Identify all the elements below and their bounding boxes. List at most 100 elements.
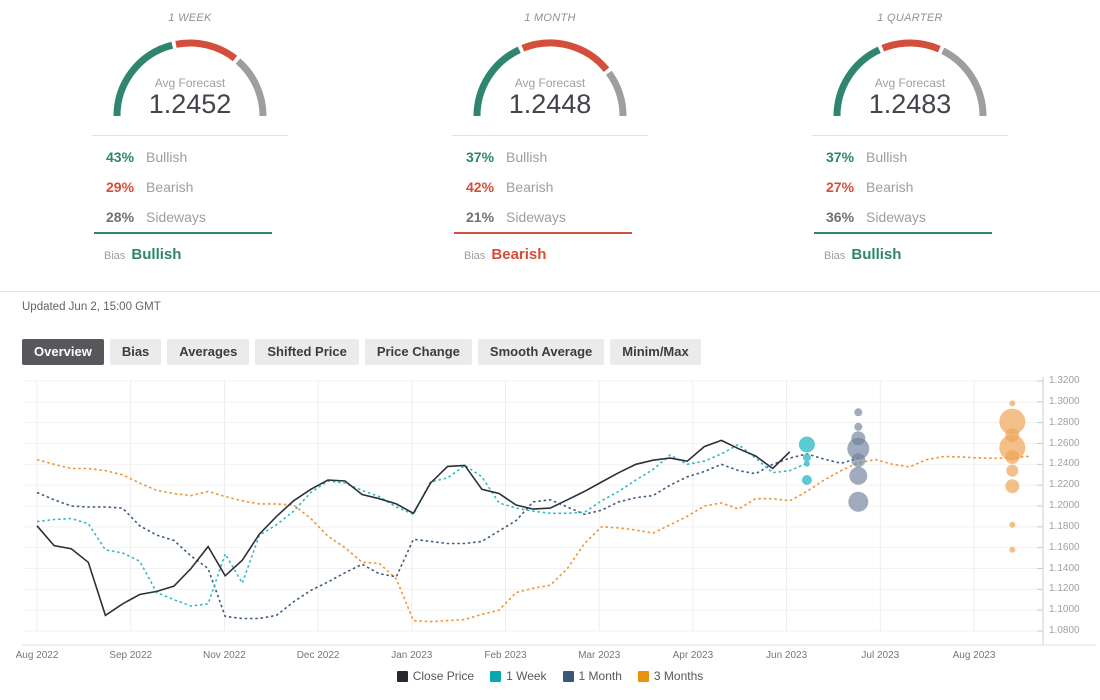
gauge-wrap: Avg Forecast 1.2483 [825, 36, 995, 136]
legend-item-1-month[interactable]: 1 Month [563, 669, 622, 683]
bullish-label: Bullish [866, 149, 907, 165]
bias-label: Bias [464, 250, 485, 262]
bias-divider [454, 232, 632, 234]
bearish-row: 42%Bearish [466, 179, 648, 195]
legend-swatch [397, 671, 408, 682]
legend-swatch [490, 671, 501, 682]
bearish-label: Bearish [506, 179, 553, 195]
panel-divider [92, 135, 288, 136]
forecast-bubble [799, 437, 815, 453]
bias-value: Bearish [491, 246, 546, 263]
tab-bias[interactable]: Bias [110, 339, 161, 365]
bias-divider [94, 232, 272, 234]
legend-label: Close Price [413, 669, 474, 683]
avg-forecast-label: Avg Forecast [825, 76, 995, 90]
sideways-label: Sideways [146, 209, 206, 225]
forecast-bubble [848, 492, 868, 512]
x-axis-label: Nov 2022 [203, 650, 246, 661]
forecast-bubble [804, 461, 810, 467]
section-divider [0, 291, 1100, 292]
forecast-bubble [802, 475, 812, 485]
legend-item-3-months[interactable]: 3 Months [638, 669, 703, 683]
x-axis-label: Jul 2023 [861, 650, 899, 661]
bias-divider [814, 232, 992, 234]
x-axis-label: Mar 2023 [578, 650, 620, 661]
bullish-percent: 37% [826, 149, 866, 165]
y-axis-label: 1.2800 [1049, 417, 1080, 428]
x-axis-label: Jan 2023 [391, 650, 432, 661]
x-axis-label: Aug 2022 [16, 650, 59, 661]
avg-forecast-label: Avg Forecast [105, 76, 275, 90]
bearish-label: Bearish [866, 179, 913, 195]
sideways-percent: 36% [826, 209, 866, 225]
tab-minim-max[interactable]: Minim/Max [610, 339, 700, 365]
bullish-row: 37%Bullish [466, 149, 648, 165]
y-axis-label: 1.2200 [1049, 479, 1080, 490]
y-axis-label: 1.3000 [1049, 396, 1080, 407]
tab-price-change[interactable]: Price Change [365, 339, 472, 365]
gauge-wrap: Avg Forecast 1.2448 [465, 36, 635, 136]
panel-period-title: 1 MONTH [452, 12, 648, 24]
tab-shifted-price[interactable]: Shifted Price [255, 339, 358, 365]
y-axis-label: 1.1600 [1049, 542, 1080, 553]
forecast-bubble [1009, 400, 1015, 406]
bullish-label: Bullish [146, 149, 187, 165]
legend-item-1-week[interactable]: 1 Week [490, 669, 546, 683]
y-axis-label: 1.2000 [1049, 500, 1080, 511]
bullish-percent: 37% [466, 149, 506, 165]
sideways-percent: 21% [466, 209, 506, 225]
sideways-row: 21%Sideways [466, 209, 648, 225]
forecast-chart [0, 374, 1100, 650]
gauge-wrap: Avg Forecast 1.2452 [105, 36, 275, 136]
bias-row: Bias Bullish [104, 246, 181, 263]
y-axis-label: 1.1000 [1049, 604, 1080, 615]
bias-label: Bias [104, 250, 125, 262]
bias-row: Bias Bearish [464, 246, 546, 263]
y-axis-label: 1.2600 [1049, 438, 1080, 449]
chart-legend: Close Price 1 Week 1 Month 3 Months [0, 669, 1100, 683]
bearish-percent: 42% [466, 179, 506, 195]
tab-overview[interactable]: Overview [22, 339, 104, 365]
gauge-arc-bearish [883, 43, 940, 49]
tab-smooth-average[interactable]: Smooth Average [478, 339, 604, 365]
y-axis-label: 1.1200 [1049, 583, 1080, 594]
bias-row: Bias Bullish [824, 246, 901, 263]
x-axis-label: Apr 2023 [673, 650, 714, 661]
y-axis-label: 1.1800 [1049, 521, 1080, 532]
bias-label: Bias [824, 250, 845, 262]
y-axis-label: 1.1400 [1049, 563, 1080, 574]
legend-swatch [563, 671, 574, 682]
bearish-row: 27%Bearish [826, 179, 1008, 195]
tab-averages[interactable]: Averages [167, 339, 249, 365]
legend-label: 1 Month [579, 669, 622, 683]
legend-swatch [638, 671, 649, 682]
panel-divider [452, 135, 648, 136]
y-axis-label: 1.3200 [1049, 375, 1080, 386]
forecast-bubble [854, 408, 862, 416]
bias-value: Bullish [131, 246, 181, 263]
chart-tabs: Overview Bias Averages Shifted Price Pri… [22, 339, 701, 365]
bearish-percent: 27% [826, 179, 866, 195]
bias-value: Bullish [851, 246, 901, 263]
legend-item-close-price[interactable]: Close Price [397, 669, 474, 683]
avg-forecast-value: 1.2452 [105, 89, 275, 120]
forecast-bubble [1009, 547, 1015, 553]
bullish-percent: 43% [106, 149, 146, 165]
avg-forecast-value: 1.2483 [825, 89, 995, 120]
bullish-row: 37%Bullish [826, 149, 1008, 165]
sideways-row: 36%Sideways [826, 209, 1008, 225]
forecast-bubble [849, 467, 867, 485]
legend-label: 3 Months [654, 669, 703, 683]
forecast-bubble [803, 454, 811, 462]
sideways-percent: 28% [106, 209, 146, 225]
y-axis-label: 1.0800 [1049, 625, 1080, 636]
forecast-bubble [1005, 450, 1019, 464]
bullish-label: Bullish [506, 149, 547, 165]
updated-timestamp: Updated Jun 2, 15:00 GMT [22, 301, 161, 313]
bearish-percent: 29% [106, 179, 146, 195]
legend-label: 1 Week [506, 669, 546, 683]
forecast-bubble [1009, 522, 1015, 528]
x-axis-label: Aug 2023 [953, 650, 996, 661]
panel-period-title: 1 WEEK [92, 12, 288, 24]
panel-period-title: 1 QUARTER [812, 12, 1008, 24]
